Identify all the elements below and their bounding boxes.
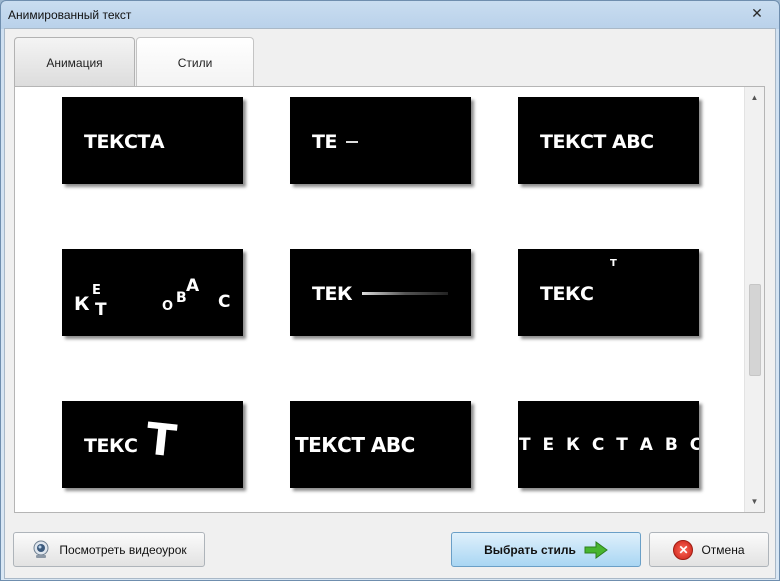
animation-thumbnail[interactable]: ТЕК <box>290 249 471 336</box>
thumbnail-letter: Т <box>95 300 107 320</box>
thumbnail-letter: Т <box>143 413 179 468</box>
motion-streak <box>362 292 448 295</box>
cancel-icon: ✕ <box>673 539 694 560</box>
thumbnail-letter: Т <box>610 258 617 269</box>
thumbnail-text: Т Е К С Т А В С <box>519 435 699 455</box>
scroll-down-button[interactable]: ▼ <box>745 493 764 510</box>
thumbnail-text: ТЕКСТ АВС <box>295 433 415 457</box>
select-style-button[interactable]: Выбрать стиль <box>451 532 641 567</box>
tab-animation[interactable]: Анимация <box>14 37 135 87</box>
animation-thumbnail[interactable]: ТЕКС Т <box>518 249 699 336</box>
watch-tutorial-label: Посмотреть видеоурок <box>59 542 187 557</box>
tab-styles[interactable]: Стили <box>136 37 254 87</box>
window-title: Анимированный текст <box>8 7 132 22</box>
thumbnail-text: ТЕК <box>312 283 352 305</box>
dialog-window: Анимированный текст ✕ Анимация Стили ТЕК… <box>0 0 780 581</box>
animation-thumbnail[interactable]: ТЕКС Т <box>62 401 243 488</box>
animation-thumbnail[interactable]: ТЕКСТ АВС <box>290 401 471 488</box>
thumbnail-grid: ТЕКСТА ТЕ ТЕКСТ АВС К Е Т О В А С ТЕК ТЕ… <box>15 87 743 512</box>
animation-thumbnail[interactable]: Т Е К С Т А В С <box>518 401 699 488</box>
webcam-icon <box>31 540 51 560</box>
watch-tutorial-button[interactable]: Посмотреть видеоурок <box>13 532 205 567</box>
scroll-up-button[interactable]: ▲ <box>745 89 764 106</box>
motion-streak <box>346 141 358 143</box>
title-bar[interactable]: Анимированный текст ✕ <box>1 1 779 28</box>
thumbnail-letter: К <box>74 293 90 315</box>
scroll-thumb[interactable] <box>749 284 761 376</box>
tab-bar: Анимация Стили <box>14 37 254 87</box>
thumbnail-text: ТЕКСТ АВС <box>540 131 654 153</box>
animation-gallery: ТЕКСТА ТЕ ТЕКСТ АВС К Е Т О В А С ТЕК ТЕ… <box>14 86 765 513</box>
animation-thumbnail[interactable]: ТЕКСТ АВС <box>518 97 699 184</box>
animation-thumbnail[interactable]: ТЕ <box>290 97 471 184</box>
cancel-label: Отмена <box>701 542 745 557</box>
thumbnail-text: ТЕКС <box>540 283 594 305</box>
cancel-button[interactable]: ✕ Отмена <box>649 532 769 567</box>
animation-thumbnail[interactable]: ТЕКСТА <box>62 97 243 184</box>
close-button[interactable]: ✕ <box>749 5 765 21</box>
thumbnail-letter: А <box>186 276 200 296</box>
thumbnail-letter: О <box>162 299 174 314</box>
thumbnail-text: ТЕКСТА <box>84 131 165 153</box>
dialog-content: Анимация Стили ТЕКСТА ТЕ ТЕКСТ АВС К Е Т… <box>4 28 776 579</box>
vertical-scrollbar[interactable]: ▲ ▼ <box>744 87 764 512</box>
green-arrow-icon <box>584 540 608 559</box>
thumbnail-text: ТЕ <box>312 131 337 153</box>
select-style-label: Выбрать стиль <box>484 542 576 557</box>
thumbnail-text: ТЕКС <box>84 435 138 457</box>
thumbnail-letter: Е <box>92 283 101 298</box>
thumbnail-letter: С <box>218 292 231 312</box>
animation-thumbnail[interactable]: К Е Т О В А С <box>62 249 243 336</box>
